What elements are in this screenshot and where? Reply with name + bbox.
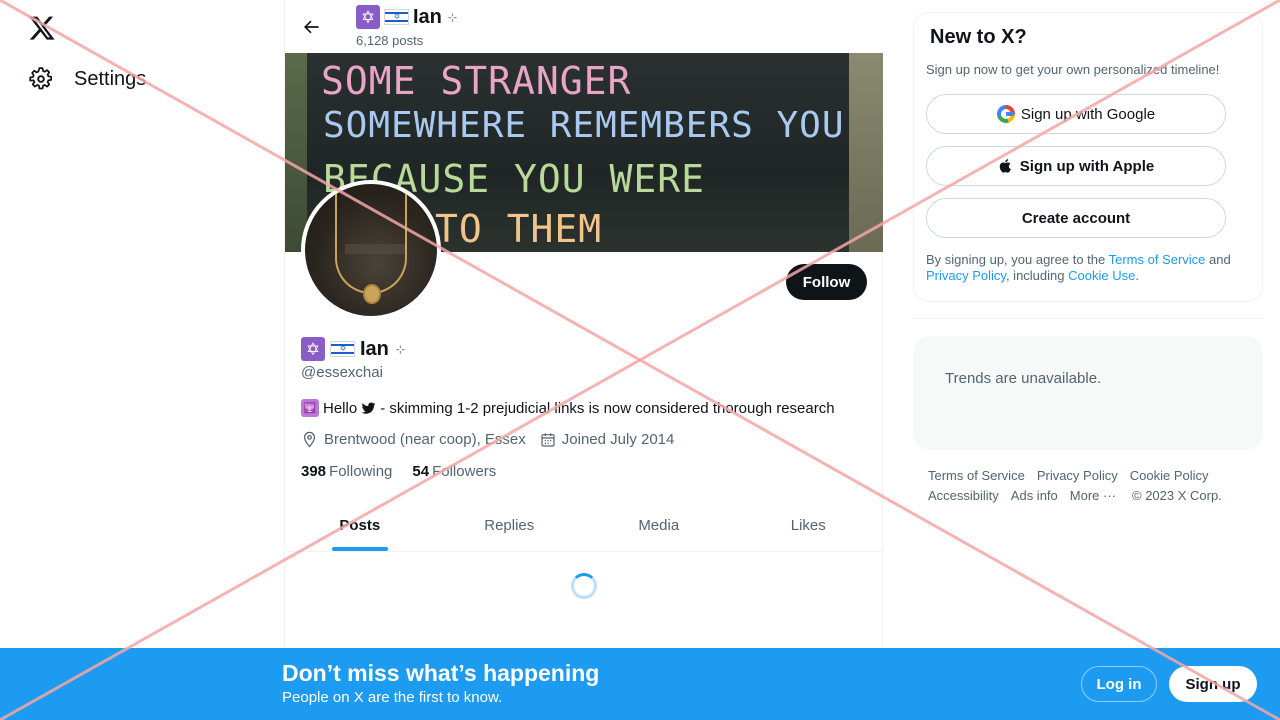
bio-prefix: Hello bbox=[323, 399, 358, 417]
banner-line-1: SOME STRANGER bbox=[321, 59, 632, 103]
profile-handle: @essexchai bbox=[301, 364, 383, 381]
star-of-david-emoji-icon: ✡ bbox=[301, 337, 325, 361]
profile-location: Brentwood (near coop), Essex bbox=[301, 431, 526, 448]
lock-icon: ⊹ bbox=[395, 343, 406, 356]
menorah-emoji-icon: 🕎 bbox=[301, 399, 319, 417]
calendar-icon bbox=[541, 432, 555, 447]
profile-avatar[interactable] bbox=[301, 180, 441, 320]
followers-count: 54 bbox=[412, 463, 430, 480]
terms-including: , including bbox=[1005, 268, 1069, 283]
follow-counts: 398 Following 54 Followers bbox=[301, 463, 496, 480]
location-text: Brentwood (near coop), Essex bbox=[324, 431, 526, 448]
followers-label: Followers bbox=[432, 463, 497, 480]
signup-apple-button[interactable]: Sign up with Apple bbox=[926, 146, 1226, 186]
following-count: 398 bbox=[301, 463, 327, 480]
signup-terms-text: By signing up, you agree to the Terms of… bbox=[926, 252, 1246, 284]
signup-button[interactable]: Sign up bbox=[1169, 666, 1257, 702]
israel-flag-emoji-icon: ✡ bbox=[330, 341, 355, 357]
profile-meta: Brentwood (near coop), Essex Joined July… bbox=[301, 431, 674, 448]
apple-icon bbox=[999, 159, 1011, 173]
bio-text: - skimming 1-2 prejudicial links is now … bbox=[380, 399, 835, 417]
trends-unavailable-text: Trends are unavailable. bbox=[945, 370, 1102, 387]
banner-line-4: TO THEM bbox=[435, 207, 603, 251]
star-of-david-emoji-icon: ✡ bbox=[356, 5, 380, 29]
bird-icon bbox=[361, 402, 376, 414]
banner-line-2: SOMEWHERE REMEMBERS YOU bbox=[323, 105, 845, 146]
following-label: Following bbox=[329, 463, 393, 480]
terms-and: and bbox=[1205, 252, 1231, 267]
followers-link[interactable]: 54 Followers bbox=[412, 463, 496, 480]
follow-button[interactable]: Follow bbox=[786, 264, 867, 300]
footer-terms-link[interactable]: Terms of Service bbox=[928, 466, 1025, 486]
profile-display-name: ✡ ✡ Ian ⊹ bbox=[301, 337, 405, 361]
signup-apple-label: Sign up with Apple bbox=[1019, 157, 1155, 175]
header-name-text: Ian bbox=[413, 5, 442, 28]
avatar-pendant bbox=[363, 284, 381, 304]
loading-spinner-icon bbox=[571, 573, 597, 599]
cookie-use-link[interactable]: Cookie Use bbox=[1068, 268, 1135, 283]
footer-links: Terms of Service Privacy Policy Cookie P… bbox=[928, 466, 1248, 506]
following-link[interactable]: 398 Following bbox=[301, 463, 392, 480]
tab-replies[interactable]: Replies bbox=[435, 500, 585, 551]
signup-google-label: Sign up with Google bbox=[1020, 105, 1156, 123]
left-nav: Settings bbox=[0, 0, 284, 720]
profile-column: ✡ ✡ Ian ⊹ 6,128 posts SOME STRANGER SOME… bbox=[284, 0, 883, 720]
israel-flag-emoji-icon: ✡ bbox=[384, 9, 409, 25]
footer-row-1: Terms of Service Privacy Policy Cookie P… bbox=[928, 466, 1248, 486]
new-to-x-title: New to X? bbox=[930, 26, 1027, 48]
footer-cookie-link[interactable]: Cookie Policy bbox=[1130, 466, 1209, 486]
footer-privacy-link[interactable]: Privacy Policy bbox=[1037, 466, 1118, 486]
new-to-x-panel: New to X? Sign up now to get your own pe… bbox=[913, 12, 1263, 302]
joined-text: Joined July 2014 bbox=[561, 431, 675, 448]
footer-more-link[interactable]: More ··· bbox=[1070, 486, 1116, 506]
profile-header-bar: ✡ ✡ Ian ⊹ 6,128 posts bbox=[285, 0, 883, 53]
profile-tabs: Posts Replies Media Likes bbox=[285, 500, 883, 552]
new-to-x-subtitle: Sign up now to get your own personalized… bbox=[926, 62, 1220, 77]
terms-prefix: By signing up, you agree to the bbox=[926, 252, 1109, 267]
login-button[interactable]: Log in bbox=[1081, 666, 1157, 702]
footer-copyright: © 2023 X Corp. bbox=[1132, 488, 1222, 503]
location-pin-icon bbox=[303, 431, 316, 448]
profile-joined: Joined July 2014 bbox=[540, 431, 675, 448]
create-account-button[interactable]: Create account bbox=[926, 198, 1226, 238]
footer-ads-info-link[interactable]: Ads info bbox=[1011, 486, 1058, 506]
header-display-name: ✡ ✡ Ian ⊹ bbox=[356, 5, 457, 29]
trends-panel: Trends are unavailable. bbox=[913, 336, 1263, 450]
signup-google-button[interactable]: Sign up with Google bbox=[926, 94, 1226, 134]
tab-likes[interactable]: Likes bbox=[734, 500, 884, 551]
profile-name-text: Ian bbox=[360, 337, 389, 360]
bottom-bar-subtitle: People on X are the first to know. bbox=[282, 689, 503, 706]
lock-icon: ⊹ bbox=[447, 11, 458, 24]
tab-posts[interactable]: Posts bbox=[285, 500, 435, 551]
profile-bio: 🕎 Hello - skimming 1-2 prejudicial links… bbox=[301, 399, 835, 417]
footer-row-2: Accessibility Ads info More ··· © 2023 X… bbox=[928, 486, 1248, 506]
nav-settings-label: Settings bbox=[74, 67, 147, 90]
x-logo-icon[interactable] bbox=[28, 14, 56, 42]
tab-media[interactable]: Media bbox=[584, 500, 734, 551]
google-icon bbox=[996, 105, 1015, 123]
avatar-chain bbox=[335, 184, 407, 294]
sidebar-divider bbox=[913, 318, 1263, 319]
nav-settings[interactable]: Settings bbox=[28, 66, 146, 92]
terms-of-service-link[interactable]: Terms of Service bbox=[1109, 252, 1206, 267]
gear-icon bbox=[29, 67, 53, 90]
footer-accessibility-link[interactable]: Accessibility bbox=[928, 486, 999, 506]
arrow-left-icon bbox=[304, 20, 319, 34]
back-button[interactable] bbox=[297, 13, 325, 41]
bottom-bar-title: Don’t miss what’s happening bbox=[282, 660, 600, 686]
header-posts-count: 6,128 posts bbox=[356, 33, 424, 48]
terms-end: . bbox=[1135, 268, 1139, 283]
privacy-policy-link[interactable]: Privacy Policy bbox=[926, 268, 1006, 283]
